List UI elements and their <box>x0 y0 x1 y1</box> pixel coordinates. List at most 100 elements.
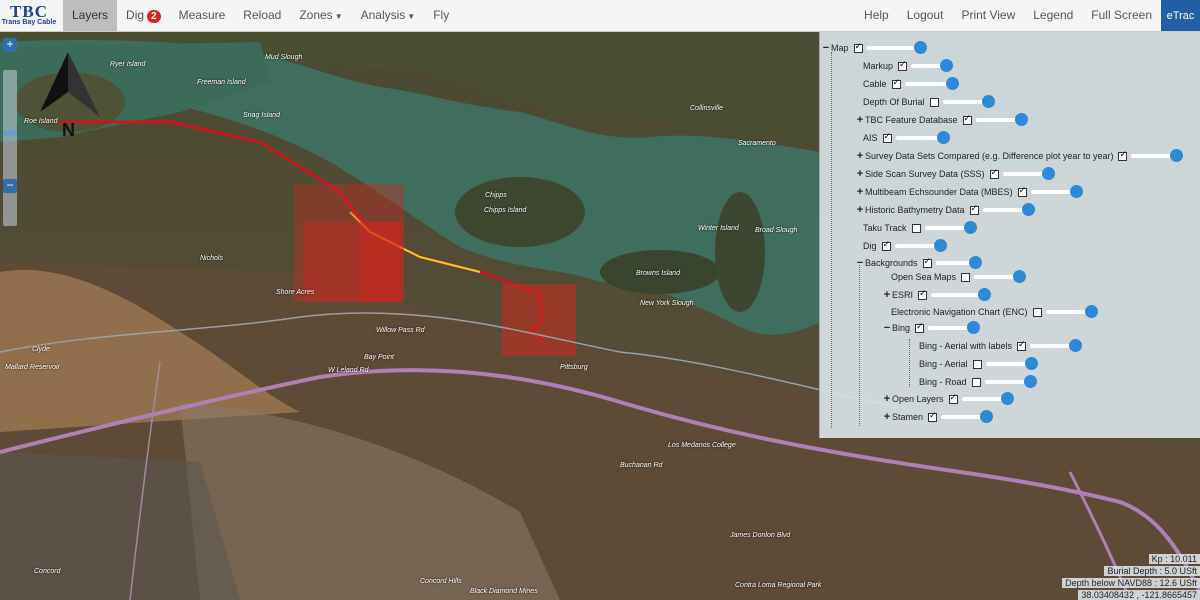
layer-checkbox[interactable] <box>915 321 925 333</box>
layer-taku-track[interactable]: Taku Track <box>863 221 977 235</box>
expand-icon[interactable]: + <box>856 168 864 180</box>
opacity-slider[interactable] <box>1002 167 1055 180</box>
slider-knob[interactable] <box>968 256 982 269</box>
opacity-slider[interactable] <box>911 59 954 72</box>
layer-sss[interactable]: + Side Scan Survey Data (SSS) <box>856 167 1055 181</box>
layer-open-layers[interactable]: + Open Layers <box>883 392 1014 406</box>
opacity-slider[interactable] <box>924 221 977 234</box>
layer-checkbox[interactable] <box>971 377 981 387</box>
opacity-slider[interactable] <box>931 288 992 301</box>
opacity-slider[interactable] <box>866 41 927 54</box>
layer-checkbox[interactable] <box>948 392 958 404</box>
opacity-slider[interactable] <box>928 321 981 334</box>
slider-knob[interactable] <box>967 321 981 334</box>
opacity-slider[interactable] <box>1045 305 1098 318</box>
layer-tbc-feature-db[interactable]: + TBC Feature Database <box>856 113 1028 127</box>
nav-print-view[interactable]: Print View <box>952 0 1024 31</box>
slider-knob[interactable] <box>945 77 959 90</box>
layer-markup[interactable]: Markup <box>863 59 954 73</box>
slider-knob[interactable] <box>1069 185 1083 198</box>
layer-open-sea-maps[interactable]: Open Sea Maps <box>891 270 1027 284</box>
collapse-icon[interactable]: − <box>883 322 891 334</box>
layer-backgrounds[interactable]: − Backgrounds <box>856 256 982 270</box>
slider-knob[interactable] <box>936 131 950 144</box>
layer-bing-aerial[interactable]: Bing - Aerial <box>919 357 1038 371</box>
opacity-slider[interactable] <box>985 357 1038 370</box>
layer-checkbox[interactable] <box>1032 307 1042 317</box>
layer-historic-bathy[interactable]: + Historic Bathymetry Data <box>856 203 1035 217</box>
opacity-slider[interactable] <box>961 392 1014 405</box>
slider-knob[interactable] <box>980 410 994 423</box>
layer-map[interactable]: − Map <box>822 41 927 55</box>
slider-knob[interactable] <box>1024 357 1038 370</box>
slider-knob[interactable] <box>1021 203 1035 216</box>
nav-logout[interactable]: Logout <box>898 0 953 31</box>
layer-mbes[interactable]: + Multibeam Echsounder Data (MBES) <box>856 185 1083 199</box>
slider-knob[interactable] <box>1084 305 1098 318</box>
layer-checkbox[interactable] <box>961 272 971 282</box>
layer-checkbox[interactable] <box>881 239 891 251</box>
zoom-slider-handle[interactable] <box>3 130 17 136</box>
expand-icon[interactable]: + <box>856 204 864 216</box>
layer-enc[interactable]: Electronic Navigation Chart (ENC) <box>891 305 1098 319</box>
layer-checkbox[interactable] <box>898 59 908 71</box>
opacity-slider[interactable] <box>975 113 1028 126</box>
expand-icon[interactable]: + <box>883 393 891 405</box>
expand-icon[interactable]: + <box>856 150 864 162</box>
layer-checkbox[interactable] <box>928 410 938 422</box>
slider-knob[interactable] <box>978 288 992 301</box>
opacity-slider[interactable] <box>984 375 1037 388</box>
layer-esri[interactable]: + ESRI <box>883 288 992 302</box>
slider-knob[interactable] <box>1000 392 1014 405</box>
slider-knob[interactable] <box>963 221 977 234</box>
opacity-slider[interactable] <box>1030 339 1083 352</box>
nav-layers[interactable]: Layers <box>63 0 118 31</box>
opacity-slider[interactable] <box>935 256 982 269</box>
nav-help[interactable]: Help <box>855 0 898 31</box>
layer-checkbox[interactable] <box>1017 339 1027 351</box>
expand-icon[interactable]: + <box>883 411 891 423</box>
slider-knob[interactable] <box>1013 270 1027 283</box>
nav-full-screen[interactable]: Full Screen <box>1082 0 1161 31</box>
layer-checkbox[interactable] <box>918 288 928 300</box>
layer-checkbox[interactable] <box>969 203 979 215</box>
slider-knob[interactable] <box>1041 167 1055 180</box>
layer-bing-road[interactable]: Bing - Road <box>919 375 1037 389</box>
nav-fly[interactable]: Fly <box>424 0 458 31</box>
layer-bing[interactable]: − Bing <box>883 321 981 335</box>
slider-knob[interactable] <box>1170 149 1184 162</box>
nav-legend[interactable]: Legend <box>1024 0 1082 31</box>
tbc-logo[interactable]: TBC Trans Bay Cable <box>0 0 58 31</box>
opacity-slider[interactable] <box>894 239 947 252</box>
layer-checkbox[interactable] <box>929 97 939 107</box>
collapse-icon[interactable]: − <box>856 257 864 269</box>
slider-knob[interactable] <box>981 95 995 108</box>
layer-checkbox[interactable] <box>962 113 972 125</box>
layer-survey-compared[interactable]: + Survey Data Sets Compared (e.g. Differe… <box>856 149 1184 163</box>
opacity-slider[interactable] <box>1030 185 1083 198</box>
expand-icon[interactable]: + <box>856 186 864 198</box>
slider-knob[interactable] <box>1023 375 1037 388</box>
layer-checkbox[interactable] <box>853 41 863 53</box>
nav-reload[interactable]: Reload <box>234 0 290 31</box>
opacity-slider[interactable] <box>904 77 959 90</box>
slider-knob[interactable] <box>913 41 927 54</box>
layer-checkbox[interactable] <box>911 223 921 233</box>
opacity-slider[interactable] <box>1131 149 1184 162</box>
layer-checkbox[interactable] <box>922 256 932 268</box>
zoom-in-button[interactable]: + <box>3 38 17 52</box>
slider-knob[interactable] <box>933 239 947 252</box>
layer-cable[interactable]: Cable <box>863 77 959 91</box>
slider-knob[interactable] <box>940 59 954 72</box>
layer-ais[interactable]: AIS <box>863 131 950 145</box>
layer-dig[interactable]: Dig <box>863 239 947 253</box>
opacity-slider[interactable] <box>941 410 994 423</box>
layer-checkbox[interactable] <box>989 167 999 179</box>
zoom-slider-track[interactable] <box>3 70 17 226</box>
expand-icon[interactable]: + <box>883 289 891 301</box>
zoom-out-button[interactable]: − <box>3 179 17 193</box>
layer-checkbox[interactable] <box>1118 149 1128 161</box>
layer-checkbox[interactable] <box>891 77 901 89</box>
nav-analysis[interactable]: Analysis ▼ <box>352 0 425 31</box>
nav-measure[interactable]: Measure <box>170 0 235 31</box>
